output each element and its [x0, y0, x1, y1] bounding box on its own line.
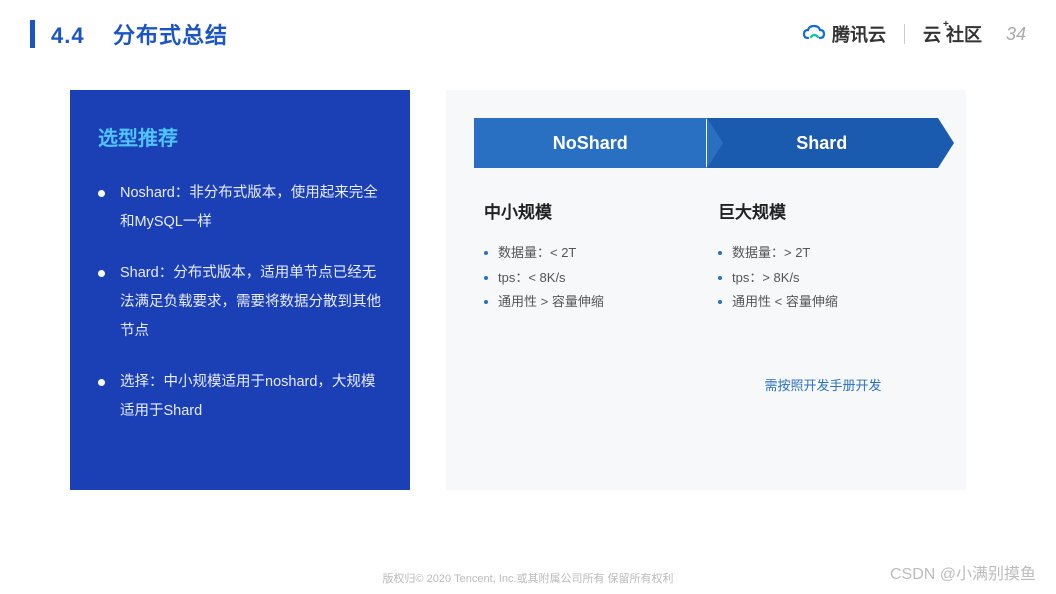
header-left: 4.4 分布式总结	[30, 18, 228, 50]
column-title: 中小规模	[484, 198, 694, 223]
arrow-tabs: NoShard Shard	[474, 118, 938, 168]
recommendation-heading: 选型推荐	[98, 122, 382, 151]
slide-title: 4.4 分布式总结	[51, 18, 228, 50]
recommendation-panel: 选型推荐 Noshard：非分布式版本，使用起来完全和MySQL一样 Shard…	[70, 90, 410, 490]
list-item: 通用性 > 容量伸缩	[484, 290, 694, 315]
recommendation-list: Noshard：非分布式版本，使用起来完全和MySQL一样 Shard：分布式版…	[98, 179, 382, 426]
page-number: 34	[1006, 24, 1026, 45]
column-bullets: 数据量：> 2T tps：> 8K/s 通用性 < 容量伸缩	[718, 241, 928, 315]
slide-header: 4.4 分布式总结 腾讯云 云+ 社区 34	[0, 0, 1056, 60]
header-right: 腾讯云 云+ 社区 34	[802, 21, 1026, 47]
watermark: CSDN @小满别摸鱼	[890, 560, 1036, 584]
list-item: Noshard：非分布式版本，使用起来完全和MySQL一样	[98, 179, 382, 237]
slide-content: 选型推荐 Noshard：非分布式版本，使用起来完全和MySQL一样 Shard…	[0, 60, 1056, 490]
tab-noshard: NoShard	[474, 118, 707, 168]
brand-divider	[904, 24, 905, 44]
column-large-scale: 巨大规模 数据量：> 2T tps：> 8K/s 通用性 < 容量伸缩 需按照开…	[718, 198, 928, 394]
list-item: Shard：分布式版本，适用单节点已经无法满足负载要求，需要将数据分散到其他节点	[98, 259, 382, 346]
list-item: tps：> 8K/s	[718, 266, 928, 291]
brand-tencent-cloud: 腾讯云	[802, 21, 886, 47]
column-small-medium: 中小规模 数据量：< 2T tps：< 8K/s 通用性 > 容量伸缩	[484, 198, 694, 394]
comparison-columns: 中小规模 数据量：< 2T tps：< 8K/s 通用性 > 容量伸缩 巨大规模…	[474, 198, 938, 394]
brand-primary-text: 腾讯云	[832, 21, 886, 47]
list-item: 选择：中小规模适用于noshard，大规模适用于Shard	[98, 368, 382, 426]
dev-guide-note: 需按照开发手册开发	[718, 375, 928, 394]
plus-superscript: +	[943, 19, 949, 30]
tencent-cloud-logo-icon	[802, 24, 826, 44]
column-bullets: 数据量：< 2T tps：< 8K/s 通用性 > 容量伸缩	[484, 241, 694, 315]
title-accent-bar	[30, 20, 35, 48]
title-text: 分布式总结	[113, 23, 228, 48]
tab-label: NoShard	[553, 133, 628, 154]
list-item: tps：< 8K/s	[484, 266, 694, 291]
tab-shard: Shard	[706, 118, 939, 168]
list-item: 数据量：< 2T	[484, 241, 694, 266]
list-item: 数据量：> 2T	[718, 241, 928, 266]
brand-cloud-community: 云+ 社区	[923, 21, 982, 47]
comparison-panel: NoShard Shard 中小规模 数据量：< 2T tps：< 8K/s 通…	[446, 90, 966, 490]
brand-secondary-prefix: 云	[923, 25, 941, 45]
tab-label: Shard	[796, 133, 847, 154]
brand-secondary-suffix: 社区	[946, 25, 982, 45]
column-title: 巨大规模	[718, 198, 928, 223]
section-number: 4.4	[51, 23, 85, 48]
list-item: 通用性 < 容量伸缩	[718, 290, 928, 315]
